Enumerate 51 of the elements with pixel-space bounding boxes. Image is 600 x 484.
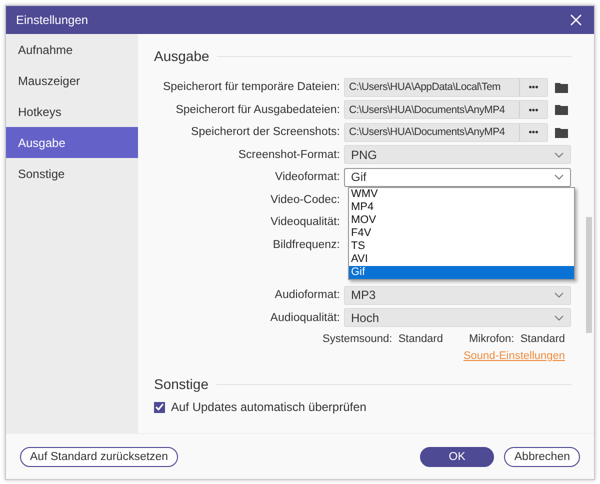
field-label: Video-Codec: [270,194,341,206]
folder-icon[interactable] [555,126,568,138]
sidebar-item[interactable]: Sonstige [6,158,138,189]
systemsound-text: Systemsound: Standard [322,333,443,345]
sidebar-item[interactable]: Mauszeiger [6,65,138,96]
dropdown-option[interactable]: MP4 [349,201,574,214]
checkbox[interactable] [154,402,165,412]
dropdown-option[interactable]: Gif [349,266,574,279]
field-label: Audioformat: [274,289,341,302]
chevron-down-icon [554,292,564,298]
section-heading: Ausgabe [154,48,210,64]
field-label: Speicherort der Screenshots: [190,126,341,138]
field-label: Speicherort für Ausgabedateien: [174,104,341,116]
sidebar-item[interactable]: Hotkeys [6,96,138,127]
microphone-text: Mikrofon: Standard [468,333,565,345]
ok-button[interactable]: OK [420,446,494,466]
dropdown[interactable]: MP3 [344,286,571,305]
chevron-down-icon [554,152,564,158]
section-heading: Sonstige [154,376,208,392]
close-icon[interactable] [570,14,582,26]
dropdown-option[interactable]: TS [349,240,574,253]
path-field[interactable]: C:\Users\HUA\Documents\AnyMP4 ••• [344,122,548,142]
browse-button[interactable]: ••• [519,124,547,141]
folder-icon[interactable] [555,104,568,116]
dropdown-option[interactable]: WMV [349,188,574,201]
scrollbar-thumb[interactable] [586,217,592,333]
reset-button[interactable]: Auf Standard zurücksetzen [20,446,178,466]
sidebar-item[interactable]: Ausgabe [6,127,138,158]
field-label: Videoqualität: [270,216,341,228]
sidebar-item[interactable]: Aufnahme [6,34,138,65]
field-label: Videoformat: [274,171,341,184]
path-field[interactable]: C:\Users\HUA\Documents\AnyMP4 ••• [344,100,548,120]
browse-button[interactable]: ••• [519,101,547,118]
field-label: Bildfrequenz: [272,238,341,251]
dropdown-option[interactable]: MOV [349,214,574,227]
cancel-button[interactable]: Abbrechen [504,446,580,466]
chevron-down-icon [554,174,564,180]
window-title: Einstellungen [16,13,88,27]
chevron-down-icon [554,314,564,321]
dropdown[interactable]: Gif [344,168,571,187]
field-label: Speicherort für temporäre Dateien: [162,81,341,94]
folder-icon[interactable] [555,82,568,93]
dropdown[interactable]: Hoch [344,308,571,328]
checkbox-label: Auf Updates automatisch überprüfen [171,400,366,414]
path-field[interactable]: C:\Users\HUA\AppData\Local\Tem ••• [344,78,548,97]
dropdown-option[interactable]: AVI [349,253,574,266]
dropdown[interactable]: PNG [344,145,571,164]
field-label: Audioqualität: [269,312,341,324]
field-label: Screenshot-Format: [237,148,341,161]
browse-button[interactable]: ••• [519,78,547,96]
dropdown-option[interactable]: F4V [349,227,574,240]
